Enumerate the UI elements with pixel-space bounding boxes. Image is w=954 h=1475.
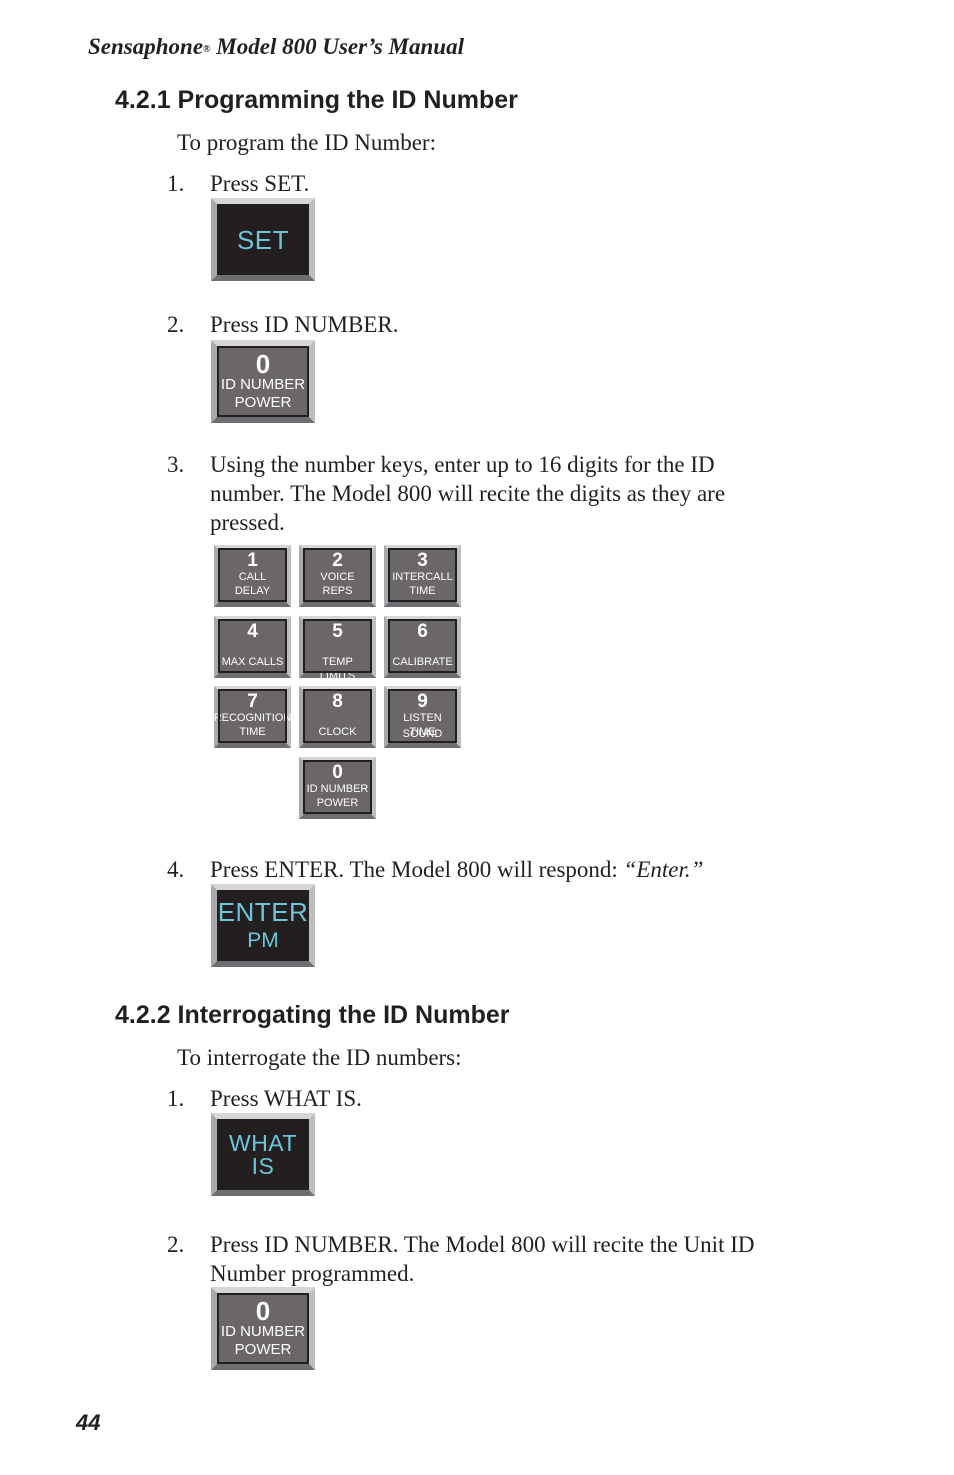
registered-mark: ® xyxy=(203,44,211,55)
key-digit: 8 xyxy=(332,691,343,712)
key-label-line2: REPS xyxy=(322,585,353,597)
key-digit: 0 xyxy=(255,1295,271,1326)
key-label-line2: TEMP LIMITS xyxy=(319,656,356,682)
section-intro: To interrogate the ID numbers: xyxy=(177,1045,462,1070)
enter-key: ENTER PM xyxy=(211,884,315,967)
step-text: Press SET. xyxy=(210,171,310,196)
key-label-line2: TIME xyxy=(409,585,436,597)
key-label-line1: ENTER xyxy=(217,896,309,927)
step-text: Press ID NUMBER. xyxy=(210,312,399,337)
page-number: 44 xyxy=(76,1410,101,1435)
spoken-response: “Enter.” xyxy=(623,857,704,882)
key-digit: 7 xyxy=(247,691,258,712)
keypad-key-0: 0 ID NUMBER POWER xyxy=(299,757,376,819)
key-digit: 3 xyxy=(417,550,428,571)
key-digit: 0 xyxy=(255,348,271,379)
keypad-key-2: 2 VOICE REPS xyxy=(299,545,376,607)
key-digit: 1 xyxy=(247,550,258,571)
key-label-line2: POWER xyxy=(234,393,292,411)
keypad-key-6: 6 CALIBRATE xyxy=(384,616,461,678)
keypad-key-3: 3 INTERCALL TIME xyxy=(384,545,461,607)
key-label-line1: ID NUMBER xyxy=(220,375,306,393)
key-label-line1: RECOGNITION xyxy=(213,712,292,724)
key-digit: 5 xyxy=(332,621,343,642)
key-digit: 2 xyxy=(332,550,343,571)
brand-name: Sensaphone xyxy=(88,34,204,59)
id-number-key: 0 ID NUMBER POWER xyxy=(211,340,315,423)
key-label-line1: CALL xyxy=(238,571,267,583)
step-number: 2. xyxy=(167,1232,185,1257)
key-label-line1: VOICE xyxy=(320,571,355,583)
step-number: 2. xyxy=(167,312,185,337)
what-is-key: WHAT IS xyxy=(211,1113,315,1196)
key-digit: 6 xyxy=(417,621,428,642)
step-text: Press ENTER. The Model 800 will respond:… xyxy=(210,855,800,884)
key-label-line2: CALIBRATE xyxy=(392,656,453,668)
key-label-line1: WHAT xyxy=(228,1129,297,1156)
key-digit: 9 xyxy=(417,691,428,712)
key-label: SET xyxy=(236,224,290,255)
key-label-line2: CLOCK xyxy=(318,726,357,738)
id-number-key: 0 ID NUMBER POWER xyxy=(211,1287,315,1370)
key-label-line1: ID NUMBER xyxy=(220,1322,306,1340)
key-label-line2: POWER xyxy=(316,797,359,809)
running-header: Sensaphone® Model 800 User’s Manual xyxy=(88,34,464,60)
key-digit: 4 xyxy=(247,621,258,642)
keypad-key-4: 4 MAX CALLS xyxy=(214,616,291,678)
step-text-main: Press ENTER. The Model 800 will respond: xyxy=(210,857,624,882)
key-label-line2: POWER xyxy=(234,1340,292,1358)
keypad-key-7: 7 RECOGNITION TIME xyxy=(214,686,291,748)
manual-title: Model 800 User’s Manual xyxy=(210,34,464,59)
key-label-line2: PM xyxy=(247,928,279,952)
key-digit: 0 xyxy=(332,762,343,783)
key-label-line2: MAX CALLS xyxy=(221,656,284,668)
key-label-line1: ID NUMBER xyxy=(306,783,369,795)
section-heading-interrogating: 4.2.2 Interrogating the ID Number xyxy=(115,1001,510,1029)
key-label-line1: LISTEN TIME xyxy=(403,712,442,738)
key-label-line2: TIME xyxy=(239,726,266,738)
keypad-key-8: 8 CLOCK xyxy=(299,686,376,748)
keypad-key-5: 5 TEMP LIMITS xyxy=(299,616,376,682)
step-number: 1. xyxy=(167,1086,185,1111)
step-number: 1. xyxy=(167,171,185,196)
key-label-line2: SOUND xyxy=(402,728,443,740)
keypad-key-9: 9 LISTEN TIME SOUND xyxy=(384,686,461,748)
keypad-key-1: 1 CALL DELAY xyxy=(214,545,291,607)
section-intro: To program the ID Number: xyxy=(177,130,436,155)
key-label-line2: DELAY xyxy=(234,585,271,597)
step-text: Press WHAT IS. xyxy=(210,1086,362,1111)
step-text: Press ID NUMBER. The Model 800 will reci… xyxy=(210,1232,755,1286)
key-label-line1: INTERCALL xyxy=(392,571,453,583)
key-label-line2: IS xyxy=(251,1152,275,1179)
step-number: 4. xyxy=(167,857,185,882)
step-text: Using the number keys, enter up to 16 di… xyxy=(210,452,726,535)
step-number: 3. xyxy=(167,452,185,477)
set-key: SET xyxy=(211,198,315,281)
section-heading-programming: 4.2.1 Programming the ID Number xyxy=(115,86,518,114)
